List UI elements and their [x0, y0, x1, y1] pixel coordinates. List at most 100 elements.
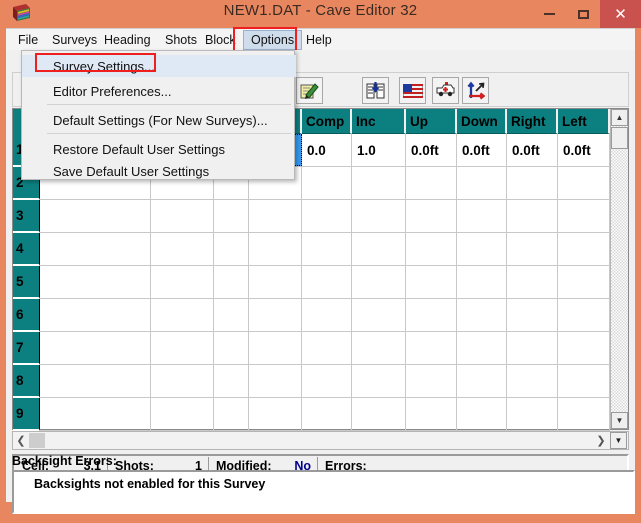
menu-surveys[interactable]: Surveys — [45, 30, 104, 50]
grid-cell-to[interactable] — [151, 233, 214, 265]
grid-cell-type[interactable] — [249, 365, 302, 397]
grid-cell-from[interactable] — [40, 299, 151, 331]
grid-cell-comp[interactable] — [302, 200, 352, 232]
table-row[interactable] — [40, 332, 610, 365]
close-button[interactable]: ✕ — [600, 0, 641, 28]
grid-cell-inc[interactable] — [352, 167, 406, 199]
menu-file[interactable]: File — [11, 30, 45, 50]
grid-cell-len[interactable] — [214, 266, 249, 298]
grid-cell-up[interactable] — [406, 233, 457, 265]
grid-vertical-scrollbar[interactable]: ▲ ▼ — [610, 109, 628, 429]
scroll-up-icon[interactable]: ▲ — [611, 109, 628, 126]
maximize-button[interactable] — [566, 0, 600, 28]
grid-cell-up[interactable] — [406, 266, 457, 298]
grid-cell-up[interactable] — [406, 167, 457, 199]
grid-cell-up[interactable] — [406, 200, 457, 232]
grid-horizontal-scrollbar[interactable]: ❮ ❯ ▼ — [12, 431, 629, 450]
table-row[interactable] — [40, 398, 610, 431]
grid-cell-down[interactable] — [457, 233, 507, 265]
grid-cell-inc[interactable] — [352, 365, 406, 397]
grid-row-header[interactable]: 7 — [13, 332, 40, 365]
grid-cell-type[interactable] — [249, 332, 302, 364]
grid-row-header[interactable]: 6 — [13, 299, 40, 332]
scroll-down-icon[interactable]: ▼ — [611, 412, 628, 429]
grid-cell-left[interactable] — [558, 167, 610, 199]
menu-block[interactable]: Block — [198, 30, 243, 50]
grid-row-header[interactable]: 4 — [13, 233, 40, 266]
grid-cell-len[interactable] — [214, 233, 249, 265]
grid-cell-down[interactable] — [457, 332, 507, 364]
grid-cell-right[interactable] — [507, 233, 558, 265]
grid-cell-left[interactable] — [558, 365, 610, 397]
scroll-right-icon[interactable]: ❯ — [594, 433, 608, 448]
grid-cell-comp[interactable] — [302, 266, 352, 298]
options-dropdown-menu[interactable]: Survey Settings... Editor Preferences...… — [21, 50, 295, 180]
grid-cell-from[interactable] — [40, 398, 151, 430]
hscroll-thumb[interactable] — [29, 433, 45, 448]
grid-column-header-comp[interactable]: Comp — [302, 109, 352, 134]
menu-help[interactable]: Help — [299, 30, 339, 50]
grid-cell-from[interactable] — [40, 365, 151, 397]
grid-cell-inc[interactable] — [352, 266, 406, 298]
grid-cell-inc[interactable] — [352, 332, 406, 364]
grid-cell-len[interactable] — [214, 365, 249, 397]
grid-cell-len[interactable] — [214, 299, 249, 331]
edit-survey-icon[interactable] — [296, 77, 323, 104]
grid-column-header-right[interactable]: Right — [507, 109, 558, 134]
vscroll-thumb[interactable] — [611, 127, 628, 149]
grid-cell-from[interactable] — [40, 266, 151, 298]
grid-cell-comp[interactable] — [302, 365, 352, 397]
grid-cell-left[interactable] — [558, 200, 610, 232]
grid-cell-to[interactable] — [151, 332, 214, 364]
minimize-button[interactable] — [532, 0, 566, 28]
menu-item-save-default-user-settings[interactable]: Save Default User Settings — [22, 160, 296, 182]
grid-cell-inc[interactable] — [352, 299, 406, 331]
grid-cell-inc[interactable] — [352, 398, 406, 430]
grid-cell-down[interactable] — [457, 398, 507, 430]
grid-cell-inc[interactable]: 1.0 — [352, 134, 406, 166]
grid-row-header[interactable]: 9 — [13, 398, 40, 431]
menu-item-restore-default-user-settings[interactable]: Restore Default User Settings — [22, 138, 296, 160]
table-row[interactable] — [40, 299, 610, 332]
grid-cell-to[interactable] — [151, 398, 214, 430]
grid-cell-right[interactable] — [507, 200, 558, 232]
axis-arrows-icon[interactable] — [462, 77, 489, 104]
grid-cell-down[interactable] — [457, 299, 507, 331]
menu-item-survey-settings[interactable]: Survey Settings... — [22, 55, 296, 77]
grid-cell-to[interactable] — [151, 365, 214, 397]
grid-cell-left[interactable] — [558, 266, 610, 298]
grid-row-header[interactable]: 5 — [13, 266, 40, 299]
table-row[interactable] — [40, 365, 610, 398]
grid-cell-to[interactable] — [151, 266, 214, 298]
grid-row-header[interactable]: 8 — [13, 365, 40, 398]
grid-cell-up[interactable] — [406, 299, 457, 331]
grid-cell-right[interactable] — [507, 332, 558, 364]
grid-cell-down[interactable] — [457, 266, 507, 298]
grid-cell-comp[interactable] — [302, 299, 352, 331]
grid-cell-type[interactable] — [249, 200, 302, 232]
grid-cell-from[interactable] — [40, 332, 151, 364]
menu-item-editor-preferences[interactable]: Editor Preferences... — [22, 80, 296, 102]
table-row[interactable] — [40, 200, 610, 233]
menu-heading[interactable]: Heading — [97, 30, 158, 50]
grid-cell-up[interactable]: 0.0ft — [406, 134, 457, 166]
grid-cell-comp[interactable] — [302, 398, 352, 430]
grid-cell-len[interactable] — [214, 398, 249, 430]
grid-cell-up[interactable] — [406, 398, 457, 430]
grid-cell-len[interactable] — [214, 332, 249, 364]
grid-cell-down[interactable]: 0.0ft — [457, 134, 507, 166]
grid-cell-right[interactable]: 0.0ft — [507, 134, 558, 166]
scroll-left-icon[interactable]: ❮ — [14, 433, 28, 448]
grid-cell-comp[interactable] — [302, 233, 352, 265]
grid-row-header[interactable]: 3 — [13, 200, 40, 233]
grid-cell-up[interactable] — [406, 332, 457, 364]
grid-cell-comp[interactable]: 0.0 — [302, 134, 352, 166]
grid-cell-comp[interactable] — [302, 332, 352, 364]
grid-cell-right[interactable] — [507, 299, 558, 331]
grid-cell-to[interactable] — [151, 299, 214, 331]
menu-options[interactable]: Options — [243, 30, 302, 50]
grid-cell-from[interactable] — [40, 233, 151, 265]
grid-cell-down[interactable] — [457, 167, 507, 199]
ambulance-icon[interactable] — [432, 77, 459, 104]
grid-cell-left[interactable] — [558, 332, 610, 364]
